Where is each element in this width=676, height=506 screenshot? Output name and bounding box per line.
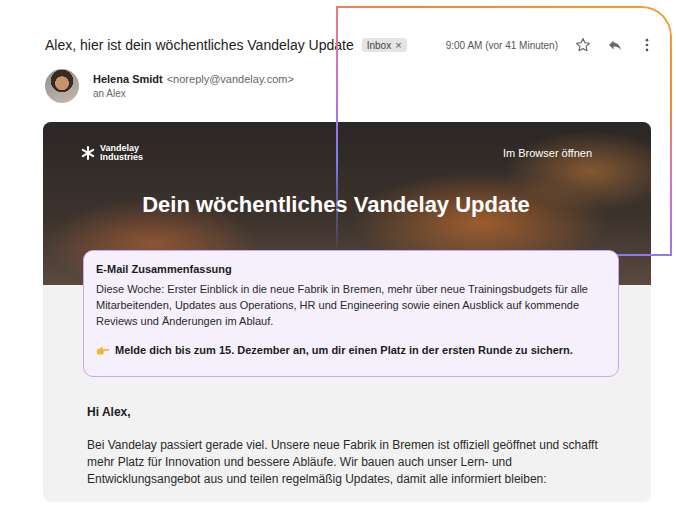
inbox-label[interactable]: Inbox ×	[362, 38, 407, 52]
label-text: Inbox	[367, 40, 391, 51]
sender-address: <noreply@vandelay.com>	[167, 73, 294, 85]
logo-word: Industries	[100, 153, 143, 162]
call-to-action-text: Melde dich bis zum 15. Dezember an, um d…	[115, 343, 573, 358]
company-logo: VandelayIndustries	[80, 144, 143, 162]
header-actions	[574, 36, 656, 54]
recipient[interactable]: an Alex	[93, 88, 294, 99]
more-icon[interactable]	[638, 36, 656, 54]
email-view: Alex, hier ist dein wöchentliches Vandel…	[0, 0, 676, 506]
label-remove-button[interactable]: ×	[395, 39, 401, 51]
sender-info: Helena Smidt <noreply@vandelay.com> an Ale…	[0, 69, 676, 103]
summary-title: E-Mail Zusammenfassung	[96, 263, 606, 275]
logo-word: Vandelay	[100, 144, 143, 153]
open-in-browser-link[interactable]: Im Browser öffnen	[503, 147, 592, 159]
call-to-action: Melde dich bis zum 15. Dezember an, um d…	[96, 343, 606, 358]
sender-name: Helena Smidt	[93, 73, 163, 85]
summary-text: Diese Woche: Erster Einblick in die neue…	[96, 281, 606, 329]
newsletter-card: VandelayIndustries Im Browser öffnen Dein …	[43, 122, 651, 502]
email-header: Alex, hier ist dein wöchentliches Vandel…	[0, 34, 676, 56]
logo-icon	[80, 145, 96, 161]
email-time: 9:00 AM (vor 41 Minuten)	[446, 40, 558, 51]
greeting: Hi Alex,	[87, 405, 615, 419]
newsletter-content: E-Mail Zusammenfassung Diese Woche: Erste…	[43, 250, 651, 502]
star-icon[interactable]	[574, 36, 592, 54]
pointing-hand-icon	[96, 345, 110, 356]
newsletter-title: Dein wöchentliches Vandelay Update	[80, 192, 592, 218]
reply-icon[interactable]	[606, 36, 624, 54]
body-paragraph: Bei Vandelay passiert gerade viel. Unser…	[87, 437, 615, 488]
sender-avatar[interactable]	[45, 69, 79, 103]
summary-box: E-Mail Zusammenfassung Diese Woche: Erste…	[83, 250, 619, 377]
email-subject: Alex, hier ist dein wöchentliches Vandel…	[45, 37, 354, 53]
